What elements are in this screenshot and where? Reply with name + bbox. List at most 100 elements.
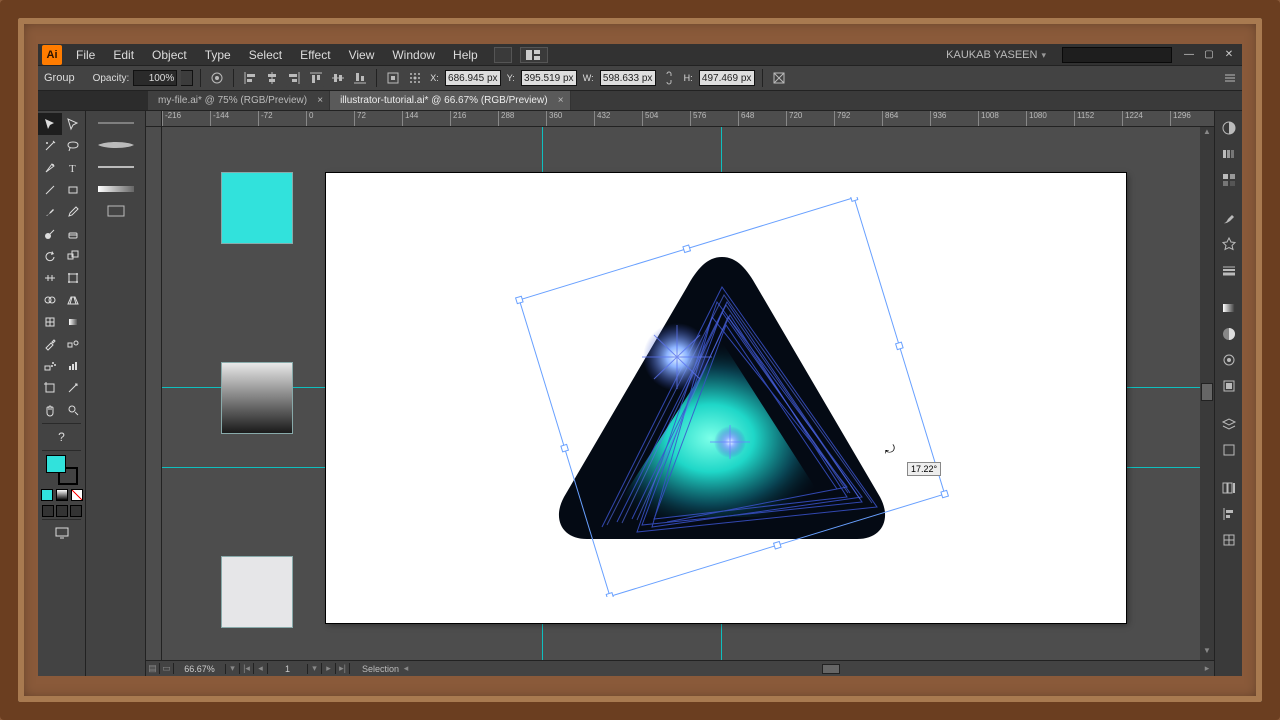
mesh-tool[interactable]	[38, 311, 62, 333]
scroll-right-icon[interactable]: ▸	[1200, 663, 1214, 674]
next-artboard-icon[interactable]: ▸	[322, 663, 336, 674]
menu-select[interactable]: Select	[241, 46, 290, 64]
rotate-tool[interactable]	[38, 245, 62, 267]
horizontal-scrollbar[interactable]	[427, 663, 1186, 675]
appearance-panel-icon[interactable]	[1218, 349, 1240, 371]
screen-mode-icon[interactable]	[38, 522, 85, 544]
draw-normal-icon[interactable]	[42, 505, 54, 517]
canvas[interactable]: ⤾ 17.22°	[162, 127, 1214, 660]
zoom-tool[interactable]	[62, 399, 86, 421]
variable-width-profile-icon[interactable]	[86, 135, 145, 155]
recolor-artwork-icon[interactable]	[208, 69, 226, 87]
brush-definition-icon[interactable]	[86, 157, 145, 177]
scale-tool[interactable]	[62, 245, 86, 267]
minimize-icon[interactable]: —	[1180, 47, 1198, 63]
scroll-thumb[interactable]	[822, 664, 840, 674]
blend-tool[interactable]	[62, 333, 86, 355]
align-center-h-icon[interactable]	[263, 69, 281, 87]
zoom-dropdown-icon[interactable]: ▾	[226, 663, 240, 674]
panel-menu-icon[interactable]	[1222, 70, 1238, 86]
align-panel-icon[interactable]	[1218, 503, 1240, 525]
selection-tool[interactable]	[38, 113, 62, 135]
align-bottom-icon[interactable]	[351, 69, 369, 87]
gradient-mode-icon[interactable]	[56, 489, 68, 501]
status-menu-icon[interactable]: ▤	[146, 663, 160, 674]
scroll-down-icon[interactable]: ▼	[1200, 646, 1214, 660]
rectangle-tool[interactable]	[62, 179, 86, 201]
direct-selection-tool[interactable]	[62, 113, 86, 135]
fill-stroke-swatch[interactable]	[44, 455, 80, 485]
help-tool-icon[interactable]: ?	[38, 426, 85, 448]
hand-tool[interactable]	[38, 399, 62, 421]
lasso-tool[interactable]	[62, 135, 86, 157]
menu-type[interactable]: Type	[197, 46, 239, 64]
slice-tool[interactable]	[62, 377, 86, 399]
swatches-panel-icon[interactable]	[1218, 169, 1240, 191]
symbol-sprayer-tool[interactable]	[38, 355, 62, 377]
artboard-number-field[interactable]: 1	[268, 664, 308, 674]
artboard-dropdown-icon[interactable]: ▾	[308, 663, 322, 674]
scroll-left-icon[interactable]: ◂	[399, 663, 413, 674]
opacity-slider-icon[interactable]	[86, 179, 145, 199]
first-artboard-icon[interactable]: |◂	[240, 663, 254, 674]
perspective-grid-tool[interactable]	[62, 289, 86, 311]
width-tool[interactable]	[38, 267, 62, 289]
menu-help[interactable]: Help	[445, 46, 486, 64]
user-account[interactable]: KAUKAB YASEEN▾	[938, 49, 1054, 61]
transform-panel-icon[interactable]	[384, 69, 402, 87]
gradient-tool[interactable]	[62, 311, 86, 333]
pen-tool[interactable]	[38, 157, 62, 179]
scroll-thumb[interactable]	[1201, 383, 1213, 401]
arrange-documents-icon[interactable]	[520, 47, 548, 63]
menu-view[interactable]: View	[341, 46, 383, 64]
layers-panel-icon[interactable]	[1218, 413, 1240, 435]
shape-builder-tool[interactable]	[38, 289, 62, 311]
brushes-panel-icon[interactable]	[1218, 207, 1240, 229]
align-top-icon[interactable]	[307, 69, 325, 87]
menu-file[interactable]: File	[68, 46, 103, 64]
graphic-styles-panel-icon[interactable]	[1218, 375, 1240, 397]
scroll-up-icon[interactable]: ▲	[1200, 127, 1214, 141]
vertical-ruler[interactable]	[146, 127, 162, 676]
eraser-tool[interactable]	[62, 223, 86, 245]
align-left-icon[interactable]	[241, 69, 259, 87]
h-field[interactable]: 497.469 px	[699, 70, 755, 86]
ruler-origin[interactable]	[146, 111, 162, 127]
triangle-artwork[interactable]	[542, 247, 902, 547]
document-tab[interactable]: illustrator-tutorial.ai* @ 66.67% (RGB/P…	[330, 91, 570, 110]
transform-panel-icon[interactable]	[1218, 529, 1240, 551]
line-tool[interactable]	[38, 179, 62, 201]
search-input[interactable]	[1062, 47, 1172, 63]
link-wh-icon[interactable]	[660, 69, 678, 87]
zoom-level-field[interactable]: 66.67%	[174, 664, 226, 674]
gradient-swatch-object[interactable]	[222, 363, 292, 433]
none-mode-icon[interactable]	[71, 489, 83, 501]
reference-point-icon[interactable]	[406, 69, 424, 87]
document-tab[interactable]: my-file.ai* @ 75% (RGB/Preview) ×	[148, 91, 330, 110]
w-field[interactable]: 598.633 px	[600, 70, 656, 86]
y-field[interactable]: 395.519 px	[521, 70, 577, 86]
pencil-tool[interactable]	[62, 201, 86, 223]
opacity-field[interactable]: 100%	[133, 70, 177, 86]
type-tool[interactable]: T	[62, 157, 86, 179]
draw-inside-icon[interactable]	[70, 505, 82, 517]
tab-close-icon[interactable]: ×	[558, 95, 564, 106]
artboards-panel-icon[interactable]	[1218, 439, 1240, 461]
graphic-style-icon[interactable]	[86, 201, 145, 221]
maximize-icon[interactable]: ▢	[1200, 47, 1218, 63]
isolate-group-icon[interactable]	[770, 69, 788, 87]
stroke-weight-icon[interactable]	[86, 113, 145, 133]
column-graph-tool[interactable]	[62, 355, 86, 377]
horizontal-ruler[interactable]: -216-144-7207214421628836043250457664872…	[162, 111, 1214, 127]
x-field[interactable]: 686.945 px	[445, 70, 501, 86]
status-artboard-icon[interactable]: ▭	[160, 663, 174, 674]
artboard-tool[interactable]	[38, 377, 62, 399]
grey-swatch-object[interactable]	[222, 557, 292, 627]
close-icon[interactable]: ✕	[1220, 47, 1238, 63]
menu-window[interactable]: Window	[384, 46, 443, 64]
opacity-stepper[interactable]	[181, 70, 193, 86]
transparency-panel-icon[interactable]	[1218, 323, 1240, 345]
free-transform-tool[interactable]	[62, 267, 86, 289]
draw-behind-icon[interactable]	[56, 505, 68, 517]
libraries-panel-icon[interactable]	[1218, 477, 1240, 499]
